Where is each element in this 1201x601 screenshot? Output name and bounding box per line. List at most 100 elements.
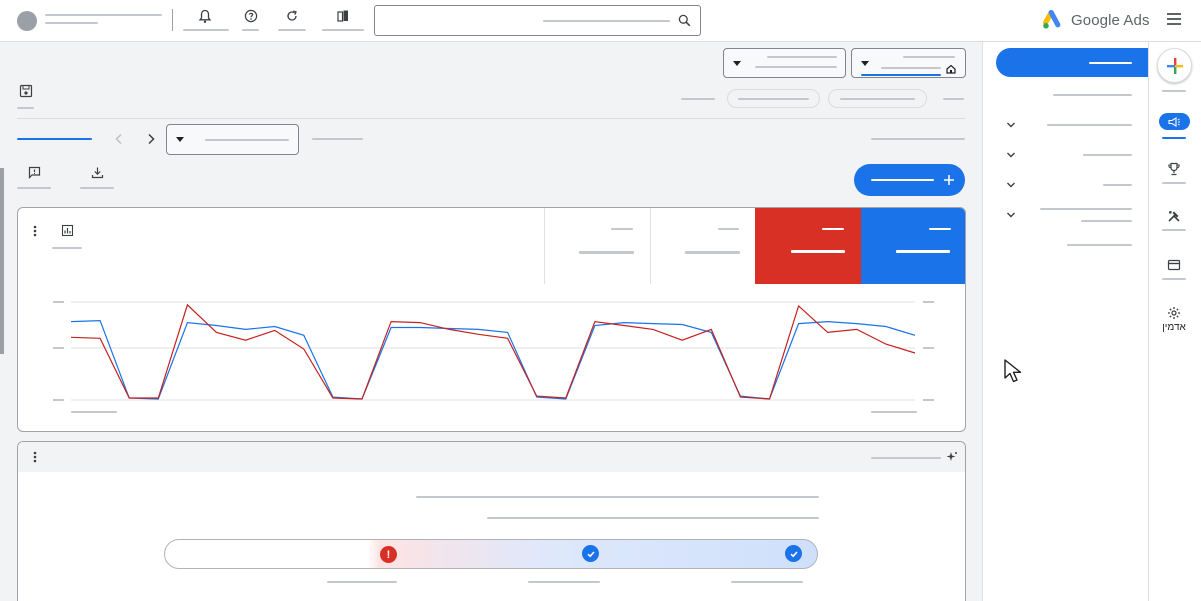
- dropdown-arrow-icon: [176, 137, 184, 142]
- performance-card: [17, 207, 966, 432]
- hamburger-icon[interactable]: [1167, 13, 1181, 28]
- metric-tile[interactable]: [544, 208, 650, 284]
- insights-header-label: [871, 457, 941, 459]
- tools-icon: [1168, 211, 1180, 222]
- help-icon[interactable]: [240, 6, 262, 26]
- search-placeholder: [543, 20, 670, 22]
- metric-name-placeholder: [611, 228, 633, 230]
- filter-chip[interactable]: [828, 89, 927, 108]
- nav-item-billing[interactable]: [1158, 259, 1190, 280]
- metric-name-placeholder: [822, 228, 844, 230]
- plus-icon: [943, 174, 955, 186]
- subnav-heading-placeholder: [1053, 94, 1132, 96]
- error-icon[interactable]: !: [380, 546, 397, 563]
- left-scroll-handle[interactable]: [0, 168, 4, 354]
- account-view-value-placeholder: [881, 67, 941, 69]
- chevron-down-icon[interactable]: [1005, 149, 1017, 161]
- subnav-item-label[interactable]: [1040, 208, 1132, 210]
- search-input[interactable]: [374, 5, 701, 36]
- feedback-icon[interactable]: [28, 166, 41, 179]
- nav-item-goals-label: [1162, 182, 1186, 184]
- account-view-select[interactable]: [851, 48, 966, 78]
- subnav-item-label[interactable]: [1067, 244, 1132, 246]
- more-vert-icon[interactable]: [32, 224, 38, 238]
- create-button[interactable]: [1157, 48, 1192, 83]
- card-icon: [1167, 259, 1181, 271]
- nav-item-admin[interactable]: אדמין: [1158, 306, 1190, 333]
- nav-item-admin-label: אדמין: [1162, 322, 1186, 333]
- x-axis-end-label: [871, 411, 917, 413]
- metric-value-placeholder: [896, 250, 950, 253]
- nav-item-goals[interactable]: [1158, 162, 1190, 184]
- search-icon[interactable]: [678, 14, 691, 27]
- account-avatar[interactable]: [17, 11, 37, 31]
- save-icon[interactable]: [19, 84, 33, 98]
- metric-tile-selected-red[interactable]: [755, 208, 861, 284]
- megaphone-icon: [1168, 116, 1180, 127]
- download-label-placeholder: [80, 187, 114, 189]
- subnav-primary-button[interactable]: [996, 48, 1148, 77]
- panels-icon[interactable]: [332, 6, 354, 26]
- bell-icon[interactable]: [194, 6, 216, 26]
- nav-item-campaigns[interactable]: [1158, 113, 1190, 139]
- brand-name: Google Ads: [1071, 11, 1150, 29]
- subnav-item-label[interactable]: [1047, 124, 1132, 126]
- appearance-label-placeholder: [322, 29, 364, 31]
- nav-item-campaigns-label: [1162, 137, 1186, 139]
- timeline-step-label: [327, 581, 397, 583]
- chevron-right-icon[interactable]: [146, 133, 156, 145]
- metric-value-placeholder: [685, 251, 740, 254]
- date-compare-select[interactable]: [723, 48, 846, 78]
- check-icon[interactable]: [582, 545, 599, 562]
- metric-name-placeholder: [929, 228, 951, 230]
- chevron-down-icon[interactable]: [1005, 179, 1017, 191]
- optimization-timeline: [164, 539, 818, 569]
- timeline-step-label: [731, 581, 803, 583]
- x-axis-start-label: [71, 411, 117, 413]
- filter-label-placeholder: [681, 98, 715, 100]
- account-name-placeholder: [45, 14, 162, 16]
- date-range-tab-active[interactable]: [17, 138, 92, 140]
- nav-item-tools[interactable]: [1158, 209, 1190, 231]
- metric-value-placeholder: [579, 251, 634, 254]
- chevron-left-icon[interactable]: [114, 133, 124, 145]
- date-range-info-placeholder: [871, 138, 965, 140]
- date-range-caption-placeholder: [312, 138, 363, 140]
- filter-chip-label: [840, 98, 915, 100]
- account-id-placeholder: [45, 22, 98, 24]
- insights-card-header: [18, 442, 965, 472]
- top-bar: Google Ads: [0, 0, 1201, 42]
- save-label-placeholder: [17, 107, 34, 109]
- google-ads-logo[interactable]: Google Ads: [1043, 10, 1150, 30]
- new-campaign-label: [871, 179, 934, 181]
- refresh-icon[interactable]: [281, 6, 303, 26]
- feedback-label-placeholder: [17, 187, 51, 189]
- more-vert-icon[interactable]: [32, 450, 38, 464]
- check-icon[interactable]: [785, 545, 802, 562]
- sparkle-icon[interactable]: [946, 451, 958, 463]
- download-icon[interactable]: [91, 166, 104, 179]
- date-range-select[interactable]: [166, 124, 299, 155]
- subnav-primary-label: [1089, 62, 1132, 64]
- dropdown-arrow-icon: [733, 61, 741, 66]
- mouse-cursor: [1003, 358, 1029, 384]
- metric-tile[interactable]: [650, 208, 756, 284]
- nav-item-billing-label: [1162, 278, 1186, 280]
- chevron-down-icon[interactable]: [1005, 209, 1017, 221]
- subnav-item-label[interactable]: [1103, 184, 1132, 186]
- new-campaign-button[interactable]: [854, 164, 965, 196]
- insights-card: [17, 441, 966, 601]
- subnav-item-label[interactable]: [1083, 154, 1132, 156]
- notifications-label-placeholder: [183, 29, 229, 31]
- chart-settings-label-placeholder: [52, 247, 82, 249]
- account-view-label-placeholder: [903, 56, 955, 58]
- chevron-down-icon[interactable]: [1005, 119, 1017, 131]
- metric-tile-selected-blue[interactable]: [861, 208, 965, 284]
- filter-chip[interactable]: [727, 89, 820, 108]
- divider: [172, 9, 173, 31]
- plus-icon: [1166, 57, 1183, 74]
- insights-headline-placeholder: [416, 496, 819, 498]
- help-label-placeholder: [242, 29, 259, 31]
- trophy-icon: [1168, 162, 1180, 176]
- chart-icon[interactable]: [61, 224, 74, 237]
